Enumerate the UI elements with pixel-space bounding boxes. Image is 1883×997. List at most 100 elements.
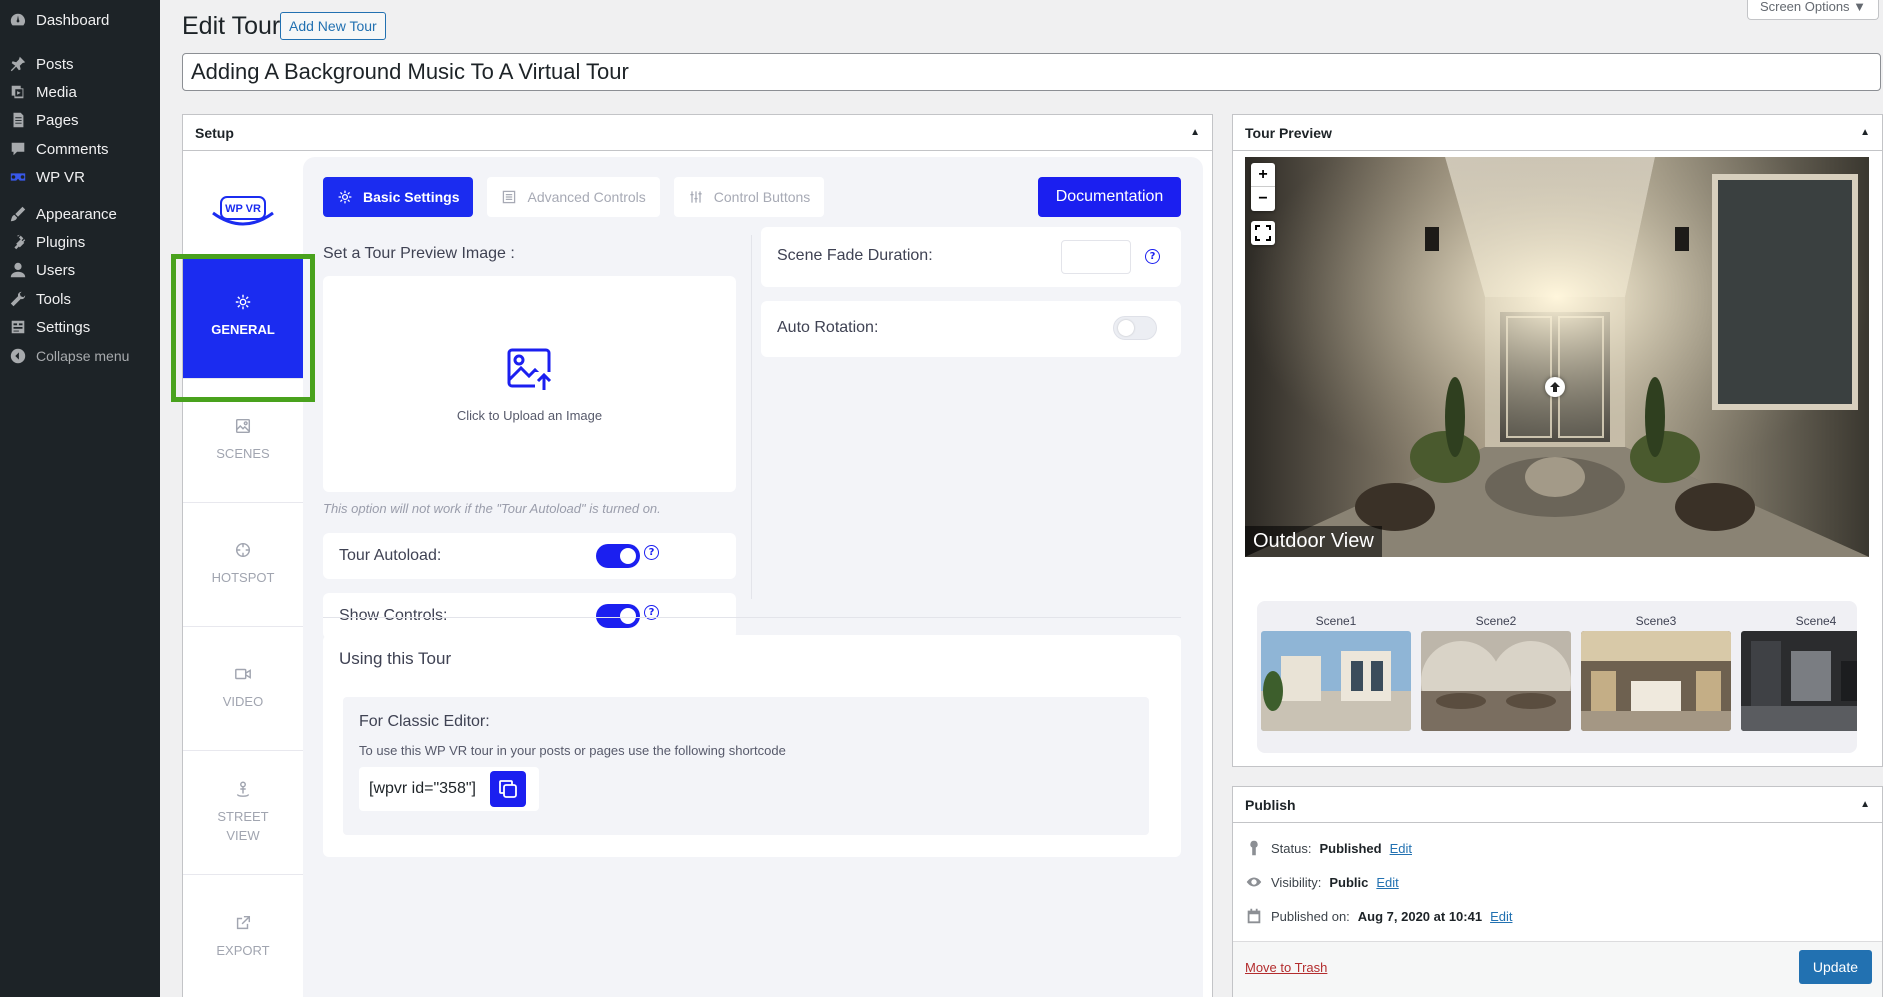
scene-thumb-2[interactable]: Scene2 xyxy=(1421,611,1571,731)
copy-icon xyxy=(499,780,517,798)
dashboard-icon xyxy=(0,11,36,29)
auto-rotation-toggle[interactable] xyxy=(1113,316,1157,340)
comment-icon xyxy=(0,140,36,158)
tour-autoload-row: Tour Autoload: ? xyxy=(323,533,736,579)
pin-icon xyxy=(0,55,36,73)
status-edit-link[interactable]: Edit xyxy=(1390,841,1412,856)
zoom-out-button[interactable]: − xyxy=(1251,187,1275,211)
menu-item-comments[interactable]: Comments xyxy=(0,135,160,163)
scene-fade-input[interactable] xyxy=(1061,240,1131,274)
move-to-trash-link[interactable]: Move to Trash xyxy=(1245,960,1327,975)
tab-control-buttons[interactable]: Control Buttons xyxy=(673,177,825,217)
crosshair-icon xyxy=(235,543,251,558)
video-icon xyxy=(235,669,251,680)
collapse-menu-button[interactable]: Collapse menu xyxy=(0,342,160,370)
classic-editor-box: For Classic Editor: To use this WP VR to… xyxy=(343,697,1149,835)
export-icon xyxy=(236,915,251,930)
using-tour-title: Using this Tour xyxy=(339,649,452,668)
visibility-value: Public xyxy=(1329,874,1369,890)
zoom-in-button[interactable]: + xyxy=(1251,163,1275,187)
setup-header: Setup ▲ xyxy=(183,115,1212,151)
scene-thumb-3[interactable]: Scene3 xyxy=(1581,611,1731,731)
scene-thumb-4[interactable]: Scene4 xyxy=(1741,611,1857,731)
menu-item-plugins[interactable]: Plugins xyxy=(0,228,160,256)
gear-icon xyxy=(338,190,352,204)
page-icon xyxy=(0,111,36,129)
upload-image-icon xyxy=(507,348,553,392)
scene-hotspot[interactable] xyxy=(1545,377,1565,397)
fullscreen-icon xyxy=(1255,225,1271,241)
scene-thumbnail-image xyxy=(1421,631,1571,731)
wp-vr-logo: WP VR xyxy=(212,196,274,226)
menu-item-wp-vr[interactable]: WP VR xyxy=(0,163,160,191)
status-value: Published xyxy=(1319,840,1382,856)
collapse-arrow-icon xyxy=(0,347,36,365)
street-view-icon xyxy=(236,781,250,798)
update-button[interactable]: Update xyxy=(1798,950,1872,984)
classic-editor-description: To use this WP VR tour in your posts or … xyxy=(359,743,786,758)
nav-export[interactable]: EXPORT xyxy=(183,875,303,997)
menu-item-users[interactable]: Users xyxy=(0,256,160,284)
nav-video[interactable]: VIDEO xyxy=(183,627,303,751)
eye-icon xyxy=(1246,877,1262,887)
scene-fade-row: Scene Fade Duration: ? xyxy=(761,227,1181,287)
scene-title: Outdoor View xyxy=(1245,526,1382,557)
section-divider xyxy=(323,617,1181,618)
setup-box: Setup ▲ WP VR GENERAL SCENES HOTSPOT VID… xyxy=(182,114,1213,997)
copy-shortcode-button[interactable] xyxy=(489,771,526,807)
list-icon xyxy=(503,190,516,204)
tour-autoload-toggle[interactable] xyxy=(596,544,640,568)
shortcode-text[interactable]: [wpvr id="358"] xyxy=(369,780,476,798)
screen-options-button[interactable]: Screen Options ▼ xyxy=(1747,0,1879,20)
scene-thumbnail-image xyxy=(1261,631,1411,731)
menu-item-pages[interactable]: Pages xyxy=(0,106,160,134)
menu-item-posts[interactable]: Posts xyxy=(0,50,160,78)
wrench-icon xyxy=(0,290,36,308)
menu-item-dashboard[interactable]: Dashboard xyxy=(0,6,160,34)
tab-advanced-controls[interactable]: Advanced Controls xyxy=(487,177,660,217)
show-controls-toggle[interactable] xyxy=(596,604,640,628)
menu-item-appearance[interactable]: Appearance xyxy=(0,200,160,228)
show-controls-label: Show Controls: xyxy=(339,607,448,624)
page-title: Edit Tour xyxy=(182,12,281,40)
setup-title: Setup xyxy=(195,124,234,141)
admin-sidebar: Dashboard Posts Media Pages Comments WP … xyxy=(0,0,160,997)
visibility-edit-link[interactable]: Edit xyxy=(1376,875,1398,890)
panorama-viewer[interactable]: + − Outdoor View xyxy=(1245,157,1869,557)
scene-fade-label: Scene Fade Duration: xyxy=(777,247,933,264)
pin-icon xyxy=(1250,840,1258,856)
preview-image-label: Set a Tour Preview Image : xyxy=(323,245,515,262)
upload-text: Click to Upload an Image xyxy=(456,407,603,423)
tour-autoload-info-icon[interactable]: ? xyxy=(644,545,659,560)
classic-editor-title: For Classic Editor: xyxy=(359,713,490,730)
tab-basic-settings[interactable]: Basic Settings xyxy=(323,177,474,217)
general-tab-highlight xyxy=(171,254,315,402)
menu-item-media[interactable]: Media xyxy=(0,78,160,106)
scene-thumb-1[interactable]: Scene1 xyxy=(1261,611,1411,731)
tour-preview-collapse-arrow-icon[interactable]: ▲ xyxy=(1860,127,1870,138)
tour-preview-header: Tour Preview ▲ xyxy=(1233,115,1882,151)
setup-collapse-arrow-icon[interactable]: ▲ xyxy=(1190,127,1200,138)
add-new-tour-button[interactable]: Add New Tour xyxy=(280,12,386,40)
documentation-button[interactable]: Documentation xyxy=(1038,177,1181,217)
vr-icon xyxy=(0,168,36,186)
publish-title: Publish xyxy=(1245,796,1296,813)
autoload-note: This option will not work if the "Tour A… xyxy=(323,501,661,516)
fullscreen-button[interactable] xyxy=(1251,221,1275,245)
scene-fade-info-icon[interactable]: ? xyxy=(1145,249,1160,264)
publish-collapse-arrow-icon[interactable]: ▲ xyxy=(1860,799,1870,810)
nav-hotspot[interactable]: HOTSPOT xyxy=(183,503,303,627)
sliders-icon xyxy=(690,191,702,203)
brush-icon xyxy=(0,205,36,223)
menu-item-settings[interactable]: Settings xyxy=(0,313,160,341)
tour-title-input[interactable] xyxy=(182,53,1881,91)
menu-item-tools[interactable]: Tools xyxy=(0,285,160,313)
nav-street-view[interactable]: STREET VIEW xyxy=(183,751,303,875)
user-icon xyxy=(0,261,36,279)
published-date: Aug 7, 2020 at 10:41 xyxy=(1357,908,1483,924)
setup-content: Basic Settings Advanced Controls Control… xyxy=(303,157,1203,997)
zoom-controls: + − xyxy=(1251,163,1275,211)
tour-autoload-label: Tour Autoload: xyxy=(339,547,442,564)
upload-image-box[interactable]: Click to Upload an Image xyxy=(323,276,736,492)
published-edit-link[interactable]: Edit xyxy=(1490,909,1512,924)
